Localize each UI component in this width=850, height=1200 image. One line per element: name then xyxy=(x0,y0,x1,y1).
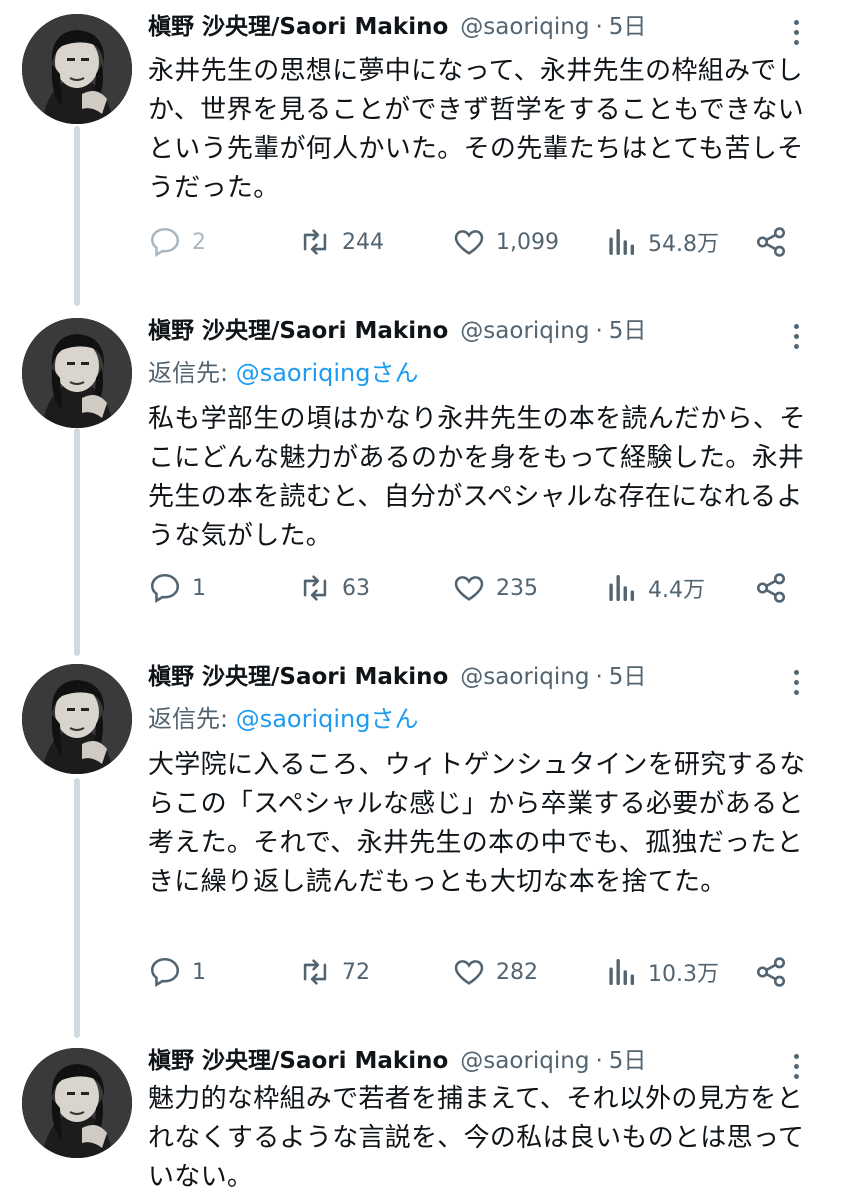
tweet-text: 魅力的な枠組みで若者を捕まえて、それ以外の見方をとれなくするような言説を、今の私… xyxy=(148,1084,805,1192)
view-count: 4.4万 xyxy=(648,578,705,603)
separator-dot: · xyxy=(595,14,603,40)
thread-line xyxy=(74,428,80,656)
avatar[interactable] xyxy=(22,1048,132,1158)
view-count: 54.8万 xyxy=(648,232,719,257)
tweet-header: 槇野 沙央理/Saori Makino @saoriqing · 5日 xyxy=(148,1046,810,1076)
share-button[interactable] xyxy=(754,950,798,994)
tweet-text: 永井先生の思想に夢中になって、永井先生の枠組みでしか、世界を見ることができず哲学… xyxy=(148,56,804,203)
retweet-count: 72 xyxy=(342,959,370,985)
action-bar: 1 72 282 10.3万 xyxy=(148,950,808,994)
more-options-icon[interactable] xyxy=(782,662,810,702)
reply-to-label: 返信先: xyxy=(148,359,236,387)
display-name[interactable]: 槇野 沙央理/Saori Makino xyxy=(148,316,448,346)
share-nodes-icon xyxy=(756,227,786,257)
reply-to-label: 返信先: xyxy=(148,705,236,733)
separator-dot: · xyxy=(595,1048,603,1074)
speech-bubble-icon xyxy=(150,227,180,258)
reply-to-mention[interactable]: @saoriqing xyxy=(236,359,371,387)
reply-to-suffix: さん xyxy=(370,705,419,733)
retweet-arrows-icon xyxy=(303,959,327,985)
user-handle[interactable]: @saoriqing xyxy=(460,1046,589,1076)
display-name[interactable]: 槇野 沙央理/Saori Makino xyxy=(148,1046,448,1076)
views-button[interactable]: 10.3万 xyxy=(604,950,719,994)
reply-to-line: 返信先: @saoriqingさん xyxy=(148,356,810,390)
reply-to-line: 返信先: @saoriqingさん xyxy=(148,702,810,736)
more-options-icon[interactable] xyxy=(782,1046,810,1086)
avatar[interactable] xyxy=(22,14,132,124)
avatar[interactable] xyxy=(22,318,132,428)
retweet-count: 63 xyxy=(342,575,370,601)
reply-button[interactable]: 1 xyxy=(148,950,206,994)
speech-bubble-icon xyxy=(150,573,180,604)
avatar[interactable] xyxy=(22,664,132,774)
reply-count: 2 xyxy=(192,229,206,255)
retweet-button[interactable]: 244 xyxy=(298,220,384,264)
display-name[interactable]: 槇野 沙央理/Saori Makino xyxy=(148,12,448,42)
views-button[interactable]: 4.4万 xyxy=(604,566,705,610)
like-button[interactable]: 282 xyxy=(452,950,538,994)
retweet-button[interactable]: 63 xyxy=(298,566,370,610)
bar-chart-icon xyxy=(609,958,635,986)
retweet-button[interactable]: 72 xyxy=(298,950,370,994)
user-handle[interactable]: @saoriqing xyxy=(460,662,589,692)
action-bar: 2 244 1,099 54.8万 xyxy=(148,220,808,264)
reply-count: 1 xyxy=(192,575,206,601)
retweet-count: 244 xyxy=(342,229,384,255)
user-handle[interactable]: @saoriqing xyxy=(460,316,589,346)
retweet-arrows-icon xyxy=(303,575,327,601)
display-name[interactable]: 槇野 沙央理/Saori Makino xyxy=(148,662,448,692)
reply-button[interactable]: 2 xyxy=(148,220,206,264)
share-button[interactable] xyxy=(754,220,798,264)
tweet-text: 大学院に入るころ、ウィトゲンシュタインを研究するならこの「スペシャルな感じ」から… xyxy=(148,750,806,897)
reply-count: 1 xyxy=(192,959,206,985)
like-count: 282 xyxy=(496,959,538,985)
tweet-text: 私も学部生の頃はかなり永井先生の本を読んだから、そこにどんな魅力があるのかを身を… xyxy=(148,404,806,551)
more-options-icon[interactable] xyxy=(782,316,810,356)
more-options-icon[interactable] xyxy=(782,12,810,52)
tweet-header: 槇野 沙央理/Saori Makino @saoriqing · 5日 xyxy=(148,12,810,42)
bar-chart-icon xyxy=(609,228,635,256)
thread-line xyxy=(74,778,80,1038)
separator-dot: · xyxy=(595,664,603,690)
timestamp[interactable]: 5日 xyxy=(609,662,647,692)
retweet-arrows-icon xyxy=(303,229,327,255)
share-nodes-icon xyxy=(756,573,786,603)
views-button[interactable]: 54.8万 xyxy=(604,220,719,264)
timestamp[interactable]: 5日 xyxy=(609,316,647,346)
action-bar: 1 63 235 4.4万 xyxy=(148,566,808,610)
like-button[interactable]: 1,099 xyxy=(452,220,559,264)
reply-button[interactable]: 1 xyxy=(148,566,206,610)
like-count: 1,099 xyxy=(496,229,559,255)
reply-to-suffix: さん xyxy=(370,359,419,387)
reply-to-mention[interactable]: @saoriqing xyxy=(236,705,371,733)
heart-icon xyxy=(454,230,484,255)
timestamp[interactable]: 5日 xyxy=(609,12,647,42)
share-button[interactable] xyxy=(754,566,798,610)
thread-line xyxy=(74,126,80,306)
heart-icon xyxy=(454,576,484,601)
like-button[interactable]: 235 xyxy=(452,566,538,610)
tweet-header: 槇野 沙央理/Saori Makino @saoriqing · 5日 xyxy=(148,316,810,346)
speech-bubble-icon xyxy=(150,957,180,988)
bar-chart-icon xyxy=(609,574,635,602)
tweet-header: 槇野 沙央理/Saori Makino @saoriqing · 5日 xyxy=(148,662,810,692)
view-count: 10.3万 xyxy=(648,962,719,987)
timestamp[interactable]: 5日 xyxy=(609,1046,647,1076)
heart-icon xyxy=(454,960,484,985)
separator-dot: · xyxy=(595,318,603,344)
user-handle[interactable]: @saoriqing xyxy=(460,12,589,42)
like-count: 235 xyxy=(496,575,538,601)
share-nodes-icon xyxy=(756,957,786,987)
